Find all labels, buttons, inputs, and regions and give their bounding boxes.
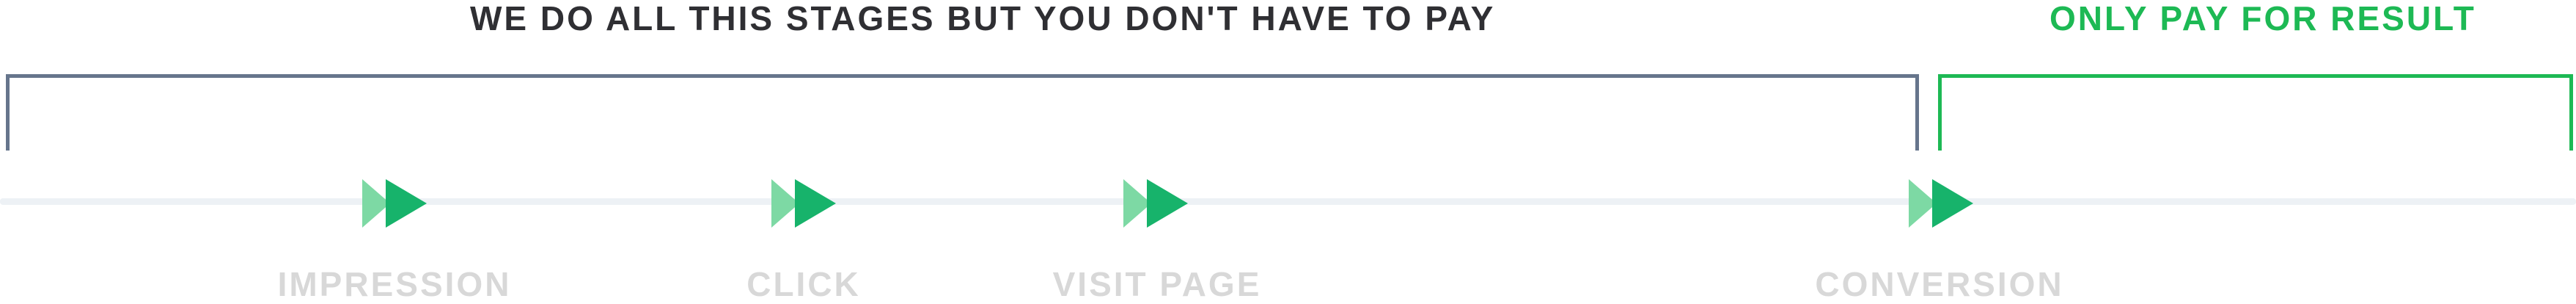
pay-stage-bracket — [1938, 74, 2573, 151]
free-stages-bracket — [6, 74, 1919, 151]
fast-forward-icon — [362, 179, 430, 228]
fast-forward-icon — [1123, 179, 1191, 228]
stage-label-visit-page: VISIT PAGE — [1052, 265, 1262, 303]
fast-forward-icon — [771, 179, 839, 228]
fast-forward-icon — [1909, 179, 1976, 228]
stage-label-conversion: CONVERSION — [1815, 265, 2064, 303]
stage-label-click: CLICK — [746, 265, 861, 303]
stage-label-impression: IMPRESSION — [277, 265, 512, 303]
pay-for-result-heading: ONLY PAY FOR RESULT — [2050, 0, 2476, 37]
free-stages-heading: WE DO ALL THIS STAGES BUT YOU DON'T HAVE… — [470, 0, 1496, 37]
